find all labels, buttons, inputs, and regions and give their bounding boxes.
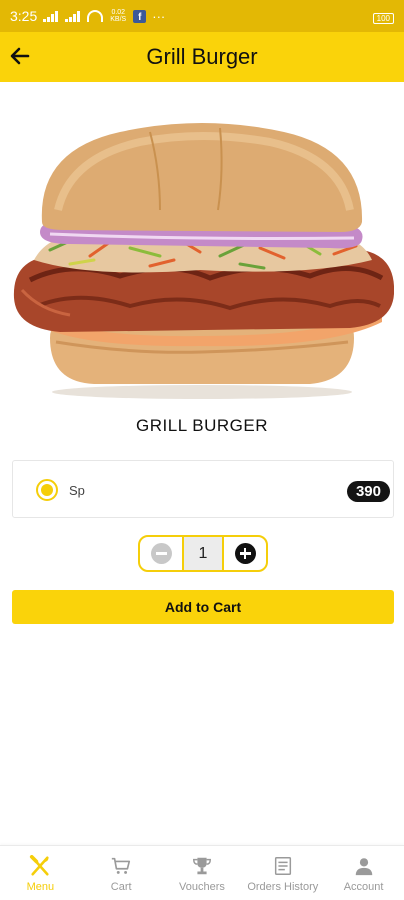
cart-icon: [112, 857, 131, 874]
bottom-navigation: Menu Cart Vouchers Orders History Accoun…: [0, 845, 404, 900]
product-name: GRILL BURGER: [136, 416, 268, 435]
nav-label-menu: Menu: [26, 881, 55, 893]
facebook-icon: f: [133, 9, 147, 23]
increment-button[interactable]: [224, 537, 266, 570]
plus-icon: [234, 543, 256, 564]
option-label: Sp: [69, 483, 85, 498]
nav-item-menu[interactable]: Menu: [0, 846, 81, 900]
app-bar: Grill Burger: [0, 32, 404, 82]
network-speed: 0.02 KB/S: [110, 9, 127, 23]
more-notifications-icon: ···: [152, 8, 166, 24]
trophy-icon: [193, 857, 211, 875]
status-bar: 3:25 0.02 KB/S f ··· 100: [0, 0, 404, 32]
nav-label-orders-history: Orders History: [247, 881, 319, 893]
nav-label-account: Account: [343, 881, 384, 893]
signal-icon-2: [65, 10, 81, 22]
status-time: 3:25: [10, 8, 38, 24]
nav-label-cart: Cart: [110, 881, 132, 893]
quantity-stepper: 1: [138, 535, 268, 572]
fork-knife-icon: [30, 855, 50, 876]
nav-item-account[interactable]: Account: [323, 846, 404, 900]
quantity-value: 1: [182, 537, 224, 570]
receipt-icon: [274, 857, 291, 875]
nav-item-orders-history[interactable]: Orders History: [242, 846, 323, 900]
page-title: Grill Burger: [146, 44, 258, 69]
battery-icon: 100: [372, 12, 394, 24]
minus-icon: [150, 543, 172, 564]
nav-item-cart[interactable]: Cart: [81, 846, 162, 900]
decrement-button[interactable]: [140, 537, 182, 570]
wifi-icon: [87, 10, 104, 22]
nav-label-vouchers: Vouchers: [179, 881, 225, 893]
option-radio[interactable]: [36, 479, 58, 501]
burger-image: [10, 110, 395, 400]
person-icon: [355, 858, 372, 876]
signal-icon: [43, 10, 59, 22]
price-badge: 390: [346, 481, 390, 502]
add-to-cart-button[interactable]: Add to Cart: [12, 590, 394, 624]
back-arrow-icon[interactable]: [8, 44, 32, 68]
option-card[interactable]: Sp 390: [12, 460, 394, 518]
nav-item-vouchers[interactable]: Vouchers: [162, 846, 243, 900]
